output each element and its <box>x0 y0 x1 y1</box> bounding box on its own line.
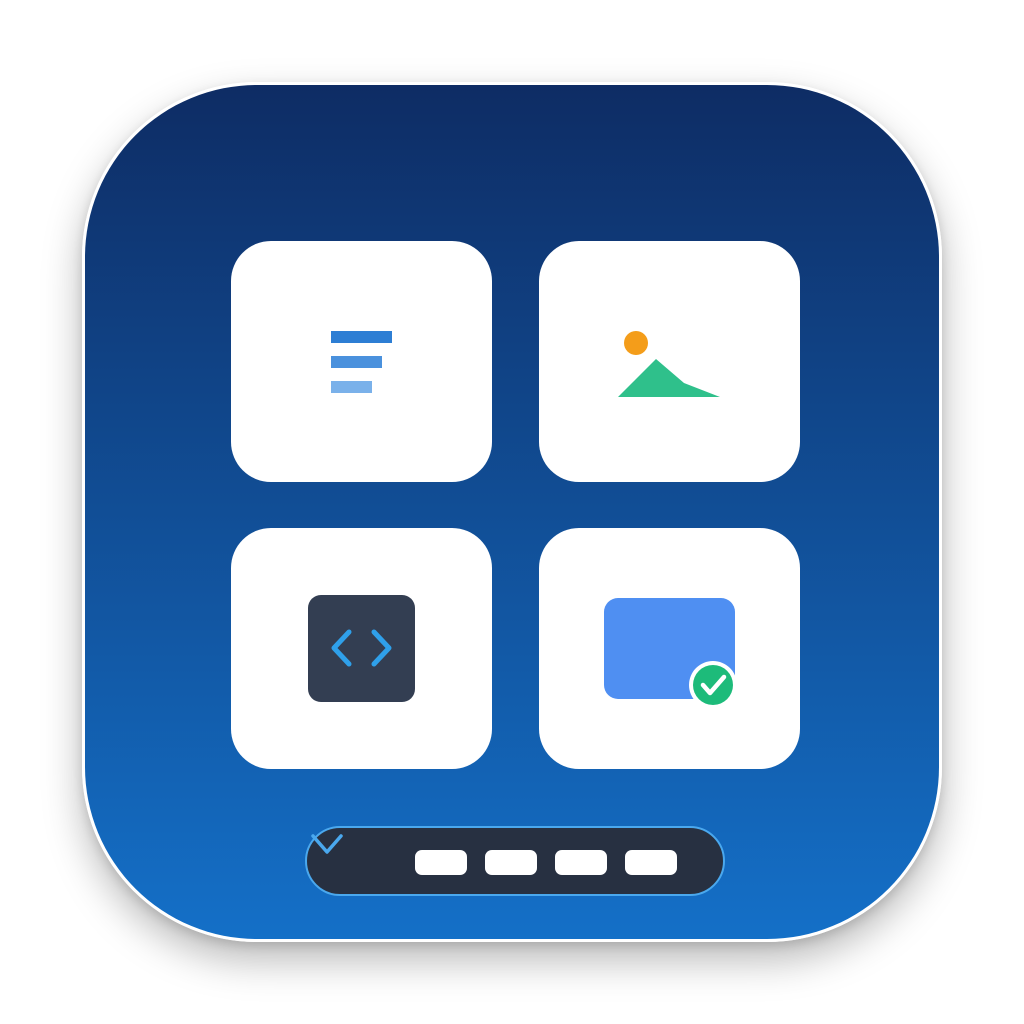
app-icon-background <box>85 85 939 939</box>
dock-slot[interactable] <box>555 850 607 875</box>
chevron-down-icon[interactable] <box>307 828 347 862</box>
text-lines-icon <box>331 331 392 393</box>
check-badge-icon <box>689 661 737 709</box>
tile-code[interactable] <box>231 528 492 769</box>
stage <box>0 0 1024 1024</box>
sun-icon <box>624 331 648 355</box>
tile-screen-verified[interactable] <box>539 528 800 769</box>
app-icon <box>82 82 942 942</box>
dock-bar <box>305 826 725 896</box>
screen-check-icon <box>604 598 737 709</box>
code-brackets-icon <box>308 595 415 702</box>
dock-slot[interactable] <box>625 850 677 875</box>
tile-text-document[interactable] <box>231 241 492 482</box>
mountain-icon <box>618 359 720 397</box>
tile-image[interactable] <box>539 241 800 482</box>
image-mountain-icon <box>618 331 720 397</box>
dock-slot[interactable] <box>415 850 467 875</box>
dock-slot[interactable] <box>485 850 537 875</box>
